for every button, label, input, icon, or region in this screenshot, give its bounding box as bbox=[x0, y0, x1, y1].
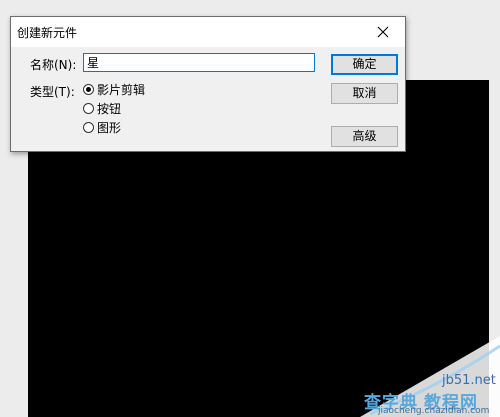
watermark-url: jiaocheng.chazidian.com bbox=[378, 406, 490, 416]
create-symbol-dialog: 创建新元件 名称(N): 类型(T): 影片剪辑 按钮 图形 确定 取消 高级 bbox=[10, 16, 406, 152]
ok-button[interactable]: 确定 bbox=[331, 54, 398, 75]
close-button[interactable] bbox=[361, 17, 405, 47]
name-label: 名称(N): bbox=[30, 58, 77, 72]
close-icon bbox=[377, 26, 389, 38]
type-option-graphic[interactable]: 图形 bbox=[83, 119, 121, 135]
radio-button[interactable] bbox=[83, 121, 94, 133]
type-option-label: 图形 bbox=[97, 120, 122, 135]
type-option-button[interactable]: 按钮 bbox=[83, 100, 121, 116]
watermark-site: jb51.net bbox=[442, 373, 496, 388]
advanced-button[interactable]: 高级 bbox=[331, 126, 398, 147]
type-label: 类型(T): bbox=[30, 85, 75, 99]
type-option-label: 按钮 bbox=[97, 101, 122, 116]
radio-button[interactable] bbox=[83, 83, 94, 95]
watermark: jb51.net 查字典 教程网 jiaocheng.chazidian.com bbox=[360, 336, 500, 417]
type-option-label: 影片剪辑 bbox=[97, 82, 146, 97]
radio-button[interactable] bbox=[83, 102, 94, 114]
dialog-titlebar: 创建新元件 bbox=[11, 17, 405, 47]
type-option-movieclip[interactable]: 影片剪辑 bbox=[83, 81, 145, 97]
cancel-button[interactable]: 取消 bbox=[331, 83, 398, 104]
dialog-title: 创建新元件 bbox=[17, 26, 78, 40]
name-input[interactable] bbox=[83, 53, 315, 72]
